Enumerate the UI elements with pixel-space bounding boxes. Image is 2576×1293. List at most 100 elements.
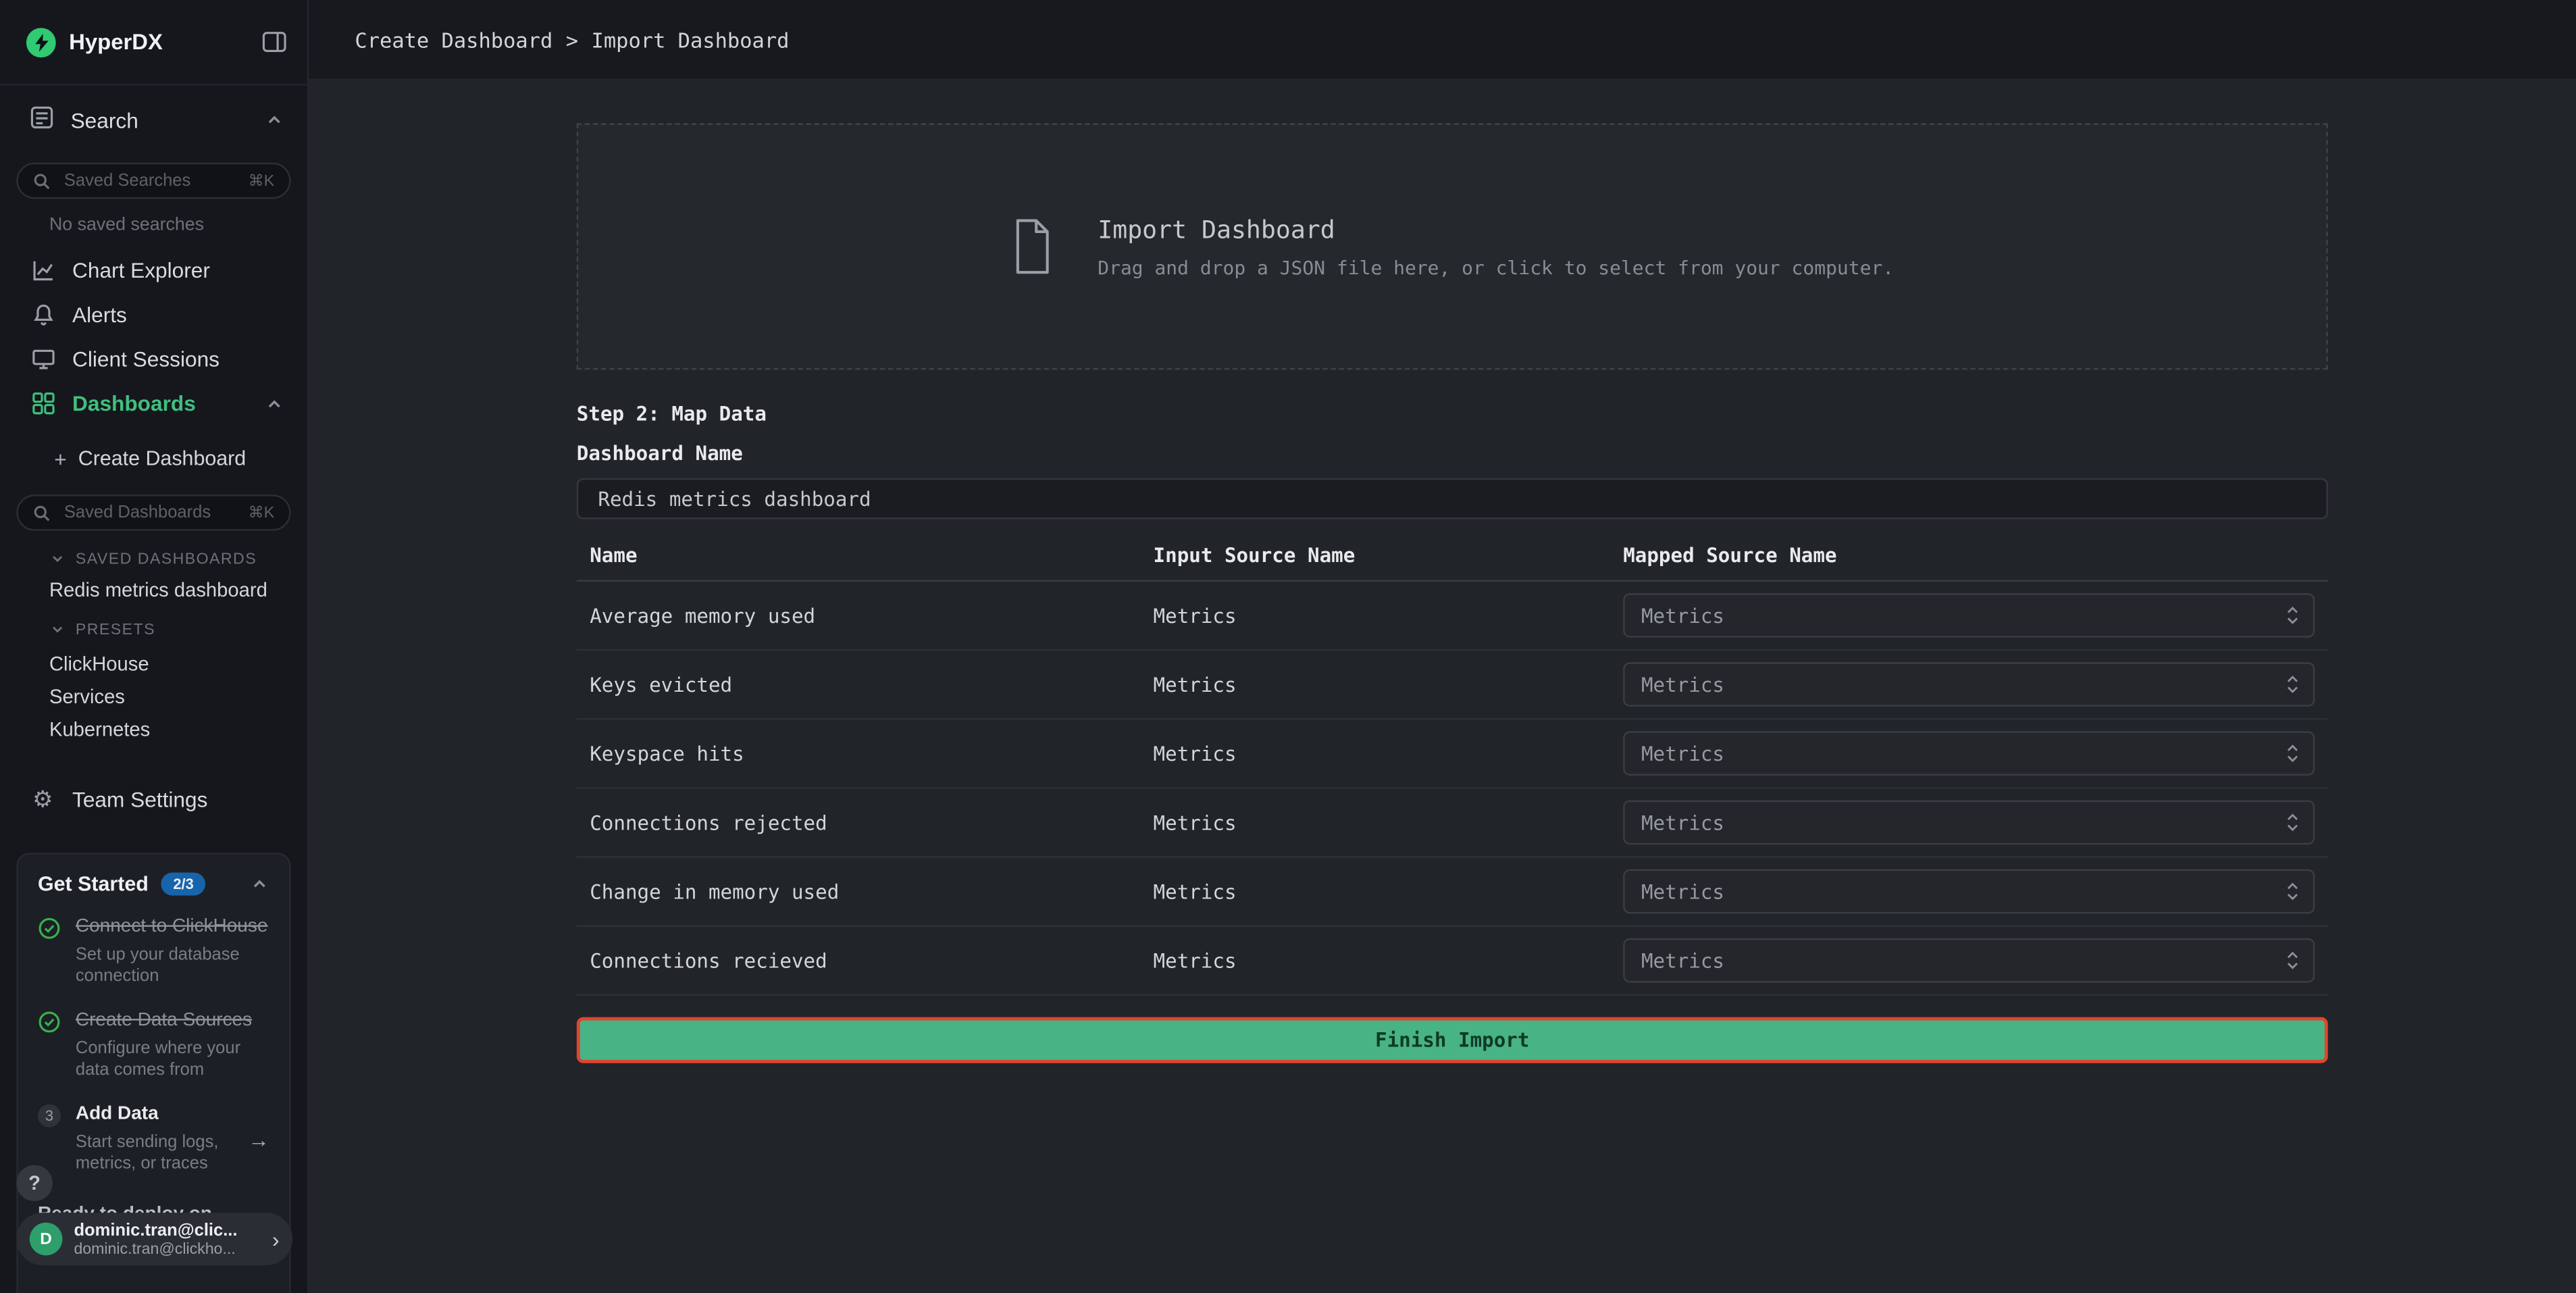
create-dashboard-label: Create Dashboard [78,447,246,470]
step-title: Add Data [76,1102,234,1127]
preset-label: Services [49,685,125,708]
no-saved-searches-text: No saved searches [49,216,307,235]
user-info: dominic.tran@clic... dominic.tran@clickh… [74,1220,260,1258]
monitor-icon [30,347,56,371]
chevron-down-icon [49,551,66,567]
step-desc: Start sending logs, metrics, or traces [76,1132,234,1176]
row-name: Change in memory used [590,880,1153,903]
select-value: Metrics [1641,604,1724,627]
shortcut-kbd: ⌘K [249,172,275,190]
preset-item-services[interactable]: Services [0,680,307,713]
check-circle-icon [38,915,61,989]
sidebar-item-chart-explorer[interactable]: Chart Explorer [0,248,307,293]
preset-label: ClickHouse [49,653,149,676]
mapped-source-select[interactable]: Metrics [1623,801,2315,845]
shortcut-kbd: ⌘K [249,504,275,522]
table-row: Connections recieved Metrics Metrics [577,927,2328,996]
get-started-header[interactable]: Get Started 2/3 [38,873,269,896]
sidebar-item-label: Alerts [72,303,127,327]
main-column: Create Dashboard > Import Dashboard Impo… [309,0,2576,1293]
main-area: Import Dashboard Drag and drop a JSON fi… [309,79,2576,1293]
magnifier-icon [33,504,51,522]
mapped-source-select[interactable]: Metrics [1623,938,2315,983]
saved-searches-search[interactable]: ⌘K [16,163,290,199]
import-dashboard-content: Import Dashboard Drag and drop a JSON fi… [577,123,2328,1063]
breadcrumb-import-dashboard: Import Dashboard [592,27,790,51]
check-circle-icon [38,1009,61,1082]
select-value: Metrics [1641,811,1724,834]
saved-searches-input[interactable] [61,170,238,193]
mapped-source-select[interactable]: Metrics [1623,662,2315,707]
sidebar-item-label: Chart Explorer [72,258,210,282]
collapse-sidebar-button[interactable] [261,30,288,54]
gear-icon: ⚙ [30,784,56,812]
user-email: dominic.tran@clickho... [74,1240,260,1258]
row-input-source: Metrics [1154,673,1624,696]
user-avatar: D [30,1223,63,1256]
row-name: Average memory used [590,604,1153,627]
column-header-mapped-source: Mapped Source Name [1623,544,2327,567]
saved-dashboard-item[interactable]: Redis metrics dashboard [0,574,307,607]
sidebar-item-client-sessions[interactable]: Client Sessions [0,337,307,382]
chevron-up-icon [265,110,284,130]
sidebar-item-dashboards[interactable]: Dashboards [0,381,307,426]
table-row: Change in memory used Metrics Metrics [577,858,2328,927]
presets-group-toggle[interactable]: PRESETS [49,618,307,641]
bell-icon [30,303,56,327]
row-name: Keys evicted [590,673,1153,696]
get-started-title: Get Started [38,873,149,896]
group-label-text: SAVED DASHBOARDS [76,550,257,568]
get-started-step-add-data[interactable]: 3 Add Data Start sending logs, metrics, … [38,1102,269,1176]
mapped-source-select[interactable]: Metrics [1623,593,2315,638]
sidebar-item-label: Team Settings [72,786,207,811]
preset-label: Kubernetes [49,718,150,741]
sidebar-item-alerts[interactable]: Alerts [0,293,307,337]
topbar: Create Dashboard > Import Dashboard [309,0,2576,79]
user-menu[interactable]: D dominic.tran@clic... dominic.tran@clic… [16,1213,292,1265]
hyperdx-logo-icon [26,27,56,57]
selector-chevrons-icon [2285,672,2300,696]
user-name: dominic.tran@clic... [74,1220,260,1240]
preset-item-kubernetes[interactable]: Kubernetes [0,713,307,746]
row-input-source: Metrics [1154,811,1624,834]
sidebar-section-search[interactable]: Search [0,95,307,145]
row-input-source: Metrics [1154,880,1624,903]
dashboard-name-input[interactable] [577,478,2328,519]
chevron-up-icon [250,874,269,894]
sidebar-item-label: Dashboards [72,391,248,415]
app-root: HyperDX Search ⌘K No saved searches Ch [0,0,2576,1293]
selector-chevrons-icon [2285,948,2300,972]
step-title: Connect to ClickHouse [76,915,269,940]
help-button[interactable]: ? [16,1165,53,1202]
saved-dashboards-search[interactable]: ⌘K [16,495,290,531]
row-name: Connections recieved [590,949,1153,972]
create-dashboard-button[interactable]: + Create Dashboard [0,438,307,478]
dropzone-subtitle: Drag and drop a JSON file here, or click… [1098,255,1894,278]
saved-dashboards-group-toggle[interactable]: SAVED DASHBOARDS [49,547,307,570]
chevron-down-icon [49,621,66,637]
saved-dashboards-input[interactable] [61,501,238,524]
chevron-up-icon [265,394,284,413]
step-desc: Set up your database connection [76,944,269,989]
get-started-step-connect[interactable]: Connect to ClickHouse Set up your databa… [38,915,269,989]
step-body: Connect to ClickHouse Set up your databa… [76,915,269,989]
file-dropzone[interactable]: Import Dashboard Drag and drop a JSON fi… [577,123,2328,370]
preset-item-clickhouse[interactable]: ClickHouse [0,647,307,680]
sidebar-item-team-settings[interactable]: ⚙ Team Settings [0,776,307,821]
mapped-source-select[interactable]: Metrics [1623,731,2315,776]
app-title: HyperDX [69,30,248,54]
step-title: Create Data Sources [76,1009,269,1033]
breadcrumb-create-dashboard[interactable]: Create Dashboard [355,27,552,51]
selector-chevrons-icon [2285,603,2300,628]
mapped-source-select[interactable]: Metrics [1623,869,2315,914]
column-header-name: Name [590,544,1153,567]
get-started-step-sources[interactable]: Create Data Sources Configure where your… [38,1009,269,1082]
step-body: Add Data Start sending logs, metrics, or… [76,1102,234,1176]
selector-chevrons-icon [2285,879,2300,903]
dropzone-text: Import Dashboard Drag and drop a JSON fi… [1098,214,1894,278]
step-number-badge: 3 [38,1102,61,1176]
sidebar: HyperDX Search ⌘K No saved searches Ch [0,0,309,1293]
search-section-icon [30,105,54,135]
finish-import-button[interactable]: Finish Import [577,1017,2328,1063]
dashboard-grid-icon [30,391,56,415]
